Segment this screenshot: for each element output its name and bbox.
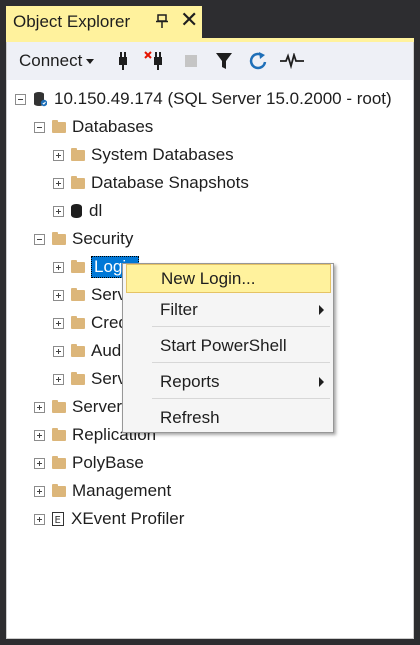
expand-icon[interactable] bbox=[53, 345, 64, 357]
chevron-right-icon bbox=[319, 305, 324, 315]
expand-icon[interactable] bbox=[34, 513, 45, 525]
stop-icon bbox=[185, 55, 197, 67]
folder-icon bbox=[71, 315, 85, 329]
expand-icon[interactable] bbox=[34, 401, 45, 413]
window-title: Object Explorer bbox=[13, 12, 131, 31]
toolbar: Connect bbox=[7, 42, 413, 80]
refresh-label: Refresh bbox=[160, 407, 220, 427]
activity-monitor-button[interactable] bbox=[279, 49, 305, 73]
tree-node-server-objects[interactable]: Server bbox=[34, 396, 122, 418]
folder-icon bbox=[52, 427, 66, 441]
disconnect-button[interactable] bbox=[143, 49, 169, 73]
xevent-profiler-label: XEvent Profiler bbox=[71, 509, 185, 528]
server-label: 10.150.49.174 (SQL Server 15.0.2000 - ro… bbox=[54, 89, 392, 108]
filter-label: Filter bbox=[160, 299, 198, 319]
filter-icon bbox=[216, 53, 232, 69]
refresh-button[interactable] bbox=[247, 49, 269, 73]
disconnect-plug-icon bbox=[144, 51, 162, 70]
start-powershell-label: Start PowerShell bbox=[160, 335, 287, 355]
expand-icon[interactable] bbox=[53, 261, 64, 273]
folder-icon bbox=[71, 147, 85, 161]
polybase-label: PolyBase bbox=[72, 453, 144, 472]
folder-icon bbox=[52, 399, 66, 413]
menu-separator bbox=[152, 362, 330, 363]
dl-label: dl bbox=[89, 201, 103, 220]
database-icon bbox=[71, 204, 82, 218]
tree-node-credentials[interactable]: Cred bbox=[53, 312, 128, 334]
object-explorer-tab[interactable]: Object Explorer ✕ bbox=[6, 6, 202, 38]
expand-icon[interactable] bbox=[34, 457, 45, 469]
server-objects-label: Server bbox=[72, 397, 123, 416]
menu-item-new-login[interactable]: New Login... bbox=[126, 264, 331, 293]
menu-item-filter[interactable]: Filter bbox=[126, 295, 331, 324]
folder-icon bbox=[71, 343, 85, 357]
tree-node-dl[interactable]: dl bbox=[53, 200, 102, 222]
menu-separator bbox=[152, 398, 330, 399]
collapse-icon[interactable] bbox=[15, 93, 26, 105]
svg-text:E: E bbox=[55, 515, 61, 526]
menu-item-start-powershell[interactable]: Start PowerShell bbox=[126, 331, 331, 360]
server-icon bbox=[34, 92, 47, 107]
new-login-label: New Login... bbox=[161, 268, 256, 288]
expand-icon[interactable] bbox=[53, 149, 64, 161]
tree-node-system-databases[interactable]: System Databases bbox=[53, 144, 234, 166]
reports-label: Reports bbox=[160, 371, 220, 391]
expand-icon[interactable] bbox=[53, 289, 64, 301]
xevent-profiler-icon: E bbox=[52, 512, 64, 526]
tree-node-xevent-profiler[interactable]: E XEvent Profiler bbox=[34, 508, 184, 530]
tree-node-audits[interactable]: Aud bbox=[53, 340, 121, 362]
refresh-icon bbox=[249, 52, 267, 70]
connect-button[interactable]: Connect bbox=[19, 49, 95, 73]
expand-icon[interactable] bbox=[34, 485, 45, 497]
expand-icon[interactable] bbox=[53, 317, 64, 329]
folder-icon bbox=[52, 455, 66, 469]
folder-icon bbox=[52, 483, 66, 497]
filter-button[interactable] bbox=[213, 49, 235, 73]
menu-separator bbox=[152, 326, 330, 327]
tree-node-database-snapshots[interactable]: Database Snapshots bbox=[53, 172, 249, 194]
expand-icon[interactable] bbox=[53, 373, 64, 385]
server-audit-specs-label: Serv bbox=[91, 369, 126, 388]
folder-icon bbox=[52, 231, 66, 245]
context-menu: New Login... Filter Start PowerShell Rep… bbox=[122, 263, 334, 433]
chevron-right-icon bbox=[319, 377, 324, 387]
collapse-icon[interactable] bbox=[34, 233, 45, 245]
pin-icon[interactable] bbox=[154, 12, 170, 32]
collapse-icon[interactable] bbox=[34, 121, 45, 133]
tree-node-databases[interactable]: Databases bbox=[34, 116, 153, 138]
database-snapshots-label: Database Snapshots bbox=[91, 173, 249, 192]
tree-node-management[interactable]: Management bbox=[34, 480, 171, 502]
folder-icon bbox=[71, 259, 85, 273]
expand-icon[interactable] bbox=[34, 429, 45, 441]
chevron-down-icon bbox=[86, 58, 95, 64]
expand-icon[interactable] bbox=[53, 205, 64, 217]
folder-icon bbox=[71, 371, 85, 385]
tree-node-security[interactable]: Security bbox=[34, 228, 133, 250]
menu-item-reports[interactable]: Reports bbox=[126, 367, 331, 396]
folder-icon bbox=[71, 287, 85, 301]
tree-node-polybase[interactable]: PolyBase bbox=[34, 452, 144, 474]
server-roles-label: Serv bbox=[91, 285, 126, 304]
connect-object-explorer-button[interactable] bbox=[113, 49, 133, 73]
folder-icon bbox=[71, 175, 85, 189]
tree-node-server[interactable]: 10.150.49.174 (SQL Server 15.0.2000 - ro… bbox=[15, 88, 392, 110]
plug-icon bbox=[119, 52, 127, 70]
menu-item-refresh[interactable]: Refresh bbox=[126, 403, 331, 432]
expand-icon[interactable] bbox=[53, 177, 64, 189]
close-icon[interactable]: ✕ bbox=[180, 9, 198, 31]
activity-monitor-icon bbox=[280, 53, 304, 69]
stop-button[interactable] bbox=[181, 49, 201, 73]
audits-label: Aud bbox=[91, 341, 122, 360]
tree-node-server-roles[interactable]: Serv bbox=[53, 284, 126, 306]
tree-node-server-audit-specifications[interactable]: Serv bbox=[53, 368, 126, 390]
system-databases-label: System Databases bbox=[91, 145, 234, 164]
management-label: Management bbox=[72, 481, 172, 500]
connect-label: Connect bbox=[19, 51, 83, 70]
security-label: Security bbox=[72, 229, 134, 248]
folder-icon bbox=[52, 119, 66, 133]
databases-label: Databases bbox=[72, 117, 154, 136]
